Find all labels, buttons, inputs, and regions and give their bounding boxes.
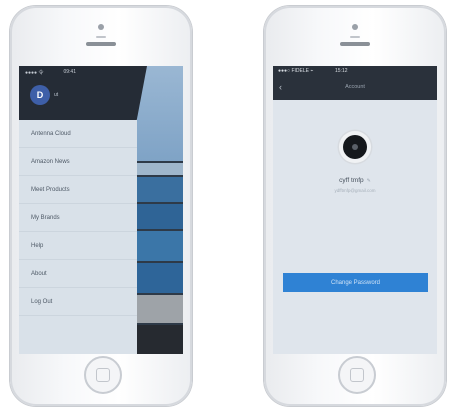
nav-bar: ●●●○ FIDELE ⌁ 15:12 ‹ Account xyxy=(273,66,437,100)
camera-icon xyxy=(343,135,367,159)
right-phone: ●●●○ FIDELE ⌁ 15:12 ‹ Account cyff tmfp ✎… xyxy=(264,6,446,406)
signal-indicator: ●●●● 令 xyxy=(25,69,44,76)
menu-item-label: Help xyxy=(31,242,44,249)
left-phone: ●●●● 令 09:41 D ut Antenna Cloud Amazon N… xyxy=(10,6,192,406)
peek-block xyxy=(137,231,183,261)
clock: 15:12 xyxy=(335,68,348,74)
content-peek[interactable] xyxy=(137,66,183,354)
menu-item-label: About xyxy=(31,270,47,277)
front-camera xyxy=(98,24,104,30)
menu-item-label: Amazon News xyxy=(31,158,70,165)
menu-item-log-out[interactable]: Log Out xyxy=(19,288,137,316)
avatar-initial: D xyxy=(36,90,44,100)
sensor xyxy=(350,36,360,38)
menu-item-antenna-cloud[interactable]: Antenna Cloud xyxy=(19,120,137,148)
peek-block xyxy=(137,263,183,293)
profile-email: ydfftmfp@gmail.com xyxy=(334,188,376,193)
menu-item-label: Meet Products xyxy=(31,186,70,193)
menu-item-my-brands[interactable]: My Brands xyxy=(19,204,137,232)
menu-item-label: Log Out xyxy=(31,298,53,305)
status-bar: ●●●● 令 09:41 xyxy=(19,66,147,78)
earpiece-speaker xyxy=(340,42,370,46)
peek-block xyxy=(137,204,183,229)
menu-item-help[interactable]: Help xyxy=(19,232,137,260)
peek-block xyxy=(137,295,183,323)
account-panel: cyff tmfp ✎ ydfftmfp@gmail.com Change Pas… xyxy=(273,100,437,354)
edit-icon[interactable]: ✎ xyxy=(367,178,371,184)
menu-item-label: Antenna Cloud xyxy=(31,130,71,137)
drawer-username: ut xyxy=(54,92,59,98)
profile-name-row: cyff tmfp ✎ xyxy=(273,177,437,184)
drawer-header: ●●●● 令 09:41 D ut xyxy=(19,66,147,120)
profile-picture[interactable] xyxy=(339,131,371,163)
front-camera xyxy=(352,24,358,30)
clock: 09:41 xyxy=(63,69,76,75)
menu-item-about[interactable]: About xyxy=(19,260,137,288)
page-title: Account xyxy=(345,84,365,90)
earpiece-speaker xyxy=(86,42,116,46)
avatar[interactable]: D xyxy=(30,85,50,105)
sensor xyxy=(96,36,106,38)
menu-item-amazon-news[interactable]: Amazon News xyxy=(19,148,137,176)
home-button[interactable] xyxy=(338,356,376,394)
peek-block xyxy=(137,177,183,202)
side-drawer: ●●●● 令 09:41 D ut Antenna Cloud Amazon N… xyxy=(19,66,147,354)
right-screen: ●●●○ FIDELE ⌁ 15:12 ‹ Account cyff tmfp ✎… xyxy=(273,66,437,354)
peek-block xyxy=(137,163,183,175)
home-button[interactable] xyxy=(84,356,122,394)
profile-name: cyff tmfp xyxy=(339,177,364,184)
drawer-menu: Antenna Cloud Amazon News Meet Products … xyxy=(19,120,137,316)
left-screen: ●●●● 令 09:41 D ut Antenna Cloud Amazon N… xyxy=(19,66,183,354)
peek-block xyxy=(137,325,183,354)
menu-item-label: My Brands xyxy=(31,214,60,221)
menu-item-meet-products[interactable]: Meet Products xyxy=(19,176,137,204)
change-password-button[interactable]: Change Password xyxy=(283,273,428,292)
carrier-indicator: ●●●○ FIDELE ⌁ xyxy=(278,68,314,74)
